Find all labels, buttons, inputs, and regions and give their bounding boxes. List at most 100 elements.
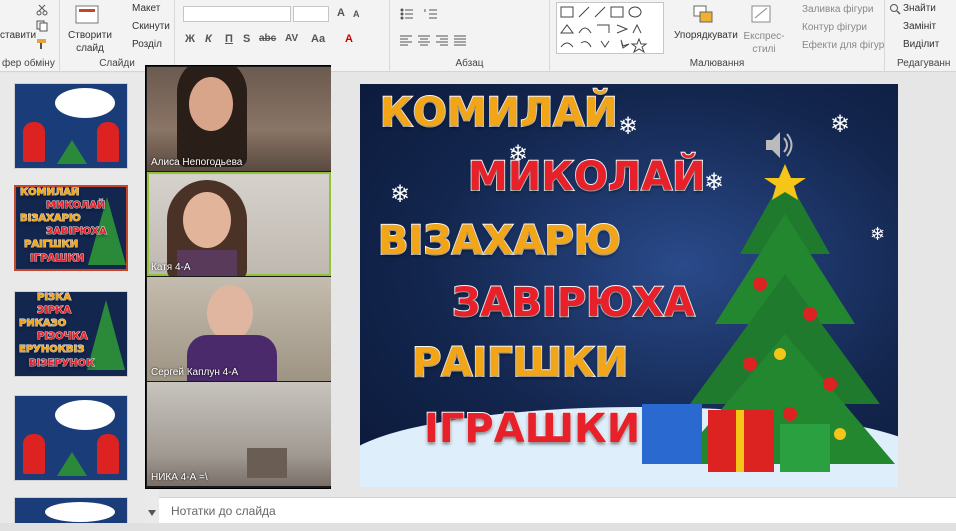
quick-styles-button[interactable]: Експрес-стилі	[742, 30, 786, 56]
current-slide[interactable]: ❄ ❄ ❄ ❄ ❄ ❄ КОМИЛАЙ МИКОЛАЙ ВІЗАХАРЮ ЗАВ…	[360, 84, 898, 487]
new-slide-button[interactable]: Створити слайд	[68, 29, 112, 55]
paste-button[interactable]: ставити	[0, 30, 36, 41]
video-tile[interactable]: Алиса Непогодьева	[147, 67, 331, 171]
person-face	[189, 77, 233, 131]
thumb-word: ІГРАШКИ	[29, 253, 85, 265]
slide-word[interactable]: ЗАВІРЮХА	[451, 279, 696, 327]
numbering-icon[interactable]	[424, 8, 438, 20]
slide-thumbnail-2[interactable]: КОМИЛАЙ МИКОЛАЙ ВІЗАХАРЮ ЗАВІРЮХА РАІГШК…	[14, 185, 128, 271]
slide-thumbnail-1[interactable]	[14, 83, 128, 169]
strikethrough-button[interactable]: abc	[259, 33, 276, 44]
person-face	[183, 192, 231, 248]
align-right-icon[interactable]	[436, 34, 448, 46]
slide-word[interactable]: КОМИЛАЙ	[379, 89, 619, 137]
replace-button[interactable]: Замініт	[903, 21, 936, 32]
change-case-button[interactable]: Aa	[311, 33, 325, 45]
slide-word[interactable]: МИКОЛАЙ	[467, 153, 707, 201]
video-tile[interactable]: Катя 4-А	[147, 172, 331, 276]
bold-button[interactable]: Ж	[185, 33, 195, 45]
thumb-word: РІЗКА	[36, 292, 72, 304]
new-slide-icon[interactable]	[74, 4, 102, 28]
video-tile[interactable]: НИКА 4-А =\	[147, 382, 331, 486]
align-center-icon[interactable]	[418, 34, 430, 46]
notes-pane[interactable]: Нотатки до слайда	[159, 497, 956, 523]
font-size-input[interactable]	[293, 6, 329, 22]
font-group: A A Ж К П S abc AV Aa A	[175, 0, 390, 72]
shape-fill-button[interactable]: Заливка фігури	[802, 4, 873, 15]
video-call-panel: Алиса Непогодьева Катя 4-А Сергей Каплун…	[145, 65, 331, 489]
font-size-down-button[interactable]: A	[353, 9, 360, 19]
layout-button[interactable]: Макет	[132, 3, 160, 14]
thumb-word: ВІЗЕРУНОК	[28, 358, 95, 370]
underline-button[interactable]: П	[225, 33, 233, 45]
shadow-button[interactable]: S	[243, 33, 250, 45]
speech-bubble	[45, 502, 115, 522]
thumb-word: РІЗОЧКА	[37, 331, 89, 343]
find-button[interactable]: Знайти	[903, 3, 936, 14]
search-icon	[890, 4, 901, 15]
quick-styles-icon[interactable]	[750, 4, 774, 26]
italic-button[interactable]: К	[205, 33, 212, 45]
elf-figure	[23, 122, 45, 162]
shape-effects-button[interactable]: Ефекти для фігур	[802, 40, 884, 51]
thumb-word: МИКОЛАЙ	[45, 200, 106, 212]
audio-speaker-icon[interactable]	[762, 128, 796, 162]
tree-icon	[57, 452, 87, 476]
select-button[interactable]: Виділит	[903, 39, 939, 50]
slide-thumbnails-pane: КОМИЛАЙ МИКОЛАЙ ВІЗАХАРЮ ЗАВІРЮХА РАІГШК…	[0, 73, 145, 523]
slide-word[interactable]: ІГРАШКИ	[423, 405, 641, 453]
thumb-word: КОМИЛАЙ	[19, 187, 80, 199]
font-color-button[interactable]: A	[345, 33, 353, 45]
clipboard-group: ставити фер обміну	[0, 0, 60, 72]
video-tile[interactable]: Сергей Каплун 4-А	[147, 277, 331, 381]
paragraph-group-label: Абзац	[455, 58, 484, 69]
clipboard-group-label: фер обміну	[2, 58, 55, 69]
status-bar	[0, 523, 956, 531]
slide-thumbnail-5[interactable]	[14, 497, 128, 523]
slide-thumbnail-4[interactable]	[14, 395, 128, 481]
background-object	[247, 448, 287, 478]
gift-box	[642, 404, 702, 464]
char-spacing-button[interactable]: AV	[285, 33, 298, 44]
participant-name: Сергей Каплун 4-А	[151, 367, 239, 378]
snowflake-icon: ❄	[390, 181, 411, 208]
slide-word[interactable]: ВІЗАХАРЮ	[377, 217, 622, 265]
format-painter-icon[interactable]	[36, 38, 48, 50]
slides-group: Створити слайд Макет Скинути Розділ Слай…	[60, 0, 175, 72]
bullets-icon[interactable]	[400, 8, 414, 20]
copy-icon[interactable]	[36, 20, 48, 32]
thumb-word: ЗАВІРЮХА	[46, 226, 108, 238]
align-left-icon[interactable]	[400, 34, 412, 46]
editing-group: Знайти Замініт Виділит Редагуванн	[885, 0, 956, 72]
font-name-input[interactable]	[183, 6, 291, 22]
cut-icon[interactable]	[36, 4, 48, 16]
font-size-up-button[interactable]: A	[337, 7, 345, 19]
thumb-word: ЕРУНОКВІЗ	[18, 344, 85, 356]
thumb-word: РИКАЗО	[18, 318, 67, 330]
ribbon: ставити фер обміну Створити слайд Макет …	[0, 0, 956, 72]
participant-name: Алиса Непогодьева	[151, 157, 243, 168]
elf-figure	[23, 434, 45, 474]
editing-group-label: Редагуванн	[897, 58, 951, 69]
person-face	[207, 285, 253, 341]
gift-box	[780, 424, 830, 472]
slide-thumbnail-3[interactable]: РІЗКА ЗІРКА РИКАЗО РІЗОЧКА ЕРУНОКВІЗ ВІЗ…	[14, 291, 128, 377]
drawing-group: Упорядкувати Експрес-стилі Заливка фігур…	[550, 0, 885, 72]
section-button[interactable]: Розділ	[132, 39, 162, 50]
slide-word[interactable]: РАІГШКИ	[411, 339, 629, 387]
snowflake-icon: ❄	[830, 111, 851, 138]
scroll-down-icon[interactable]	[148, 510, 156, 516]
notes-placeholder: Нотатки до слайда	[171, 504, 276, 518]
thumb-word: ЗІРКА	[36, 305, 72, 317]
arrange-icon[interactable]	[692, 4, 716, 26]
elf-figure	[97, 122, 119, 162]
shapes-gallery[interactable]	[556, 2, 664, 54]
reset-button[interactable]: Скинути	[132, 21, 170, 32]
tree-icon	[57, 140, 87, 164]
arrange-button[interactable]: Упорядкувати	[674, 30, 738, 41]
drawing-group-label: Малювання	[689, 58, 745, 69]
speech-bubble	[55, 400, 115, 430]
snowflake-icon: ❄	[618, 113, 639, 140]
justify-icon[interactable]	[454, 34, 466, 46]
shape-outline-button[interactable]: Контур фігури	[802, 22, 867, 33]
